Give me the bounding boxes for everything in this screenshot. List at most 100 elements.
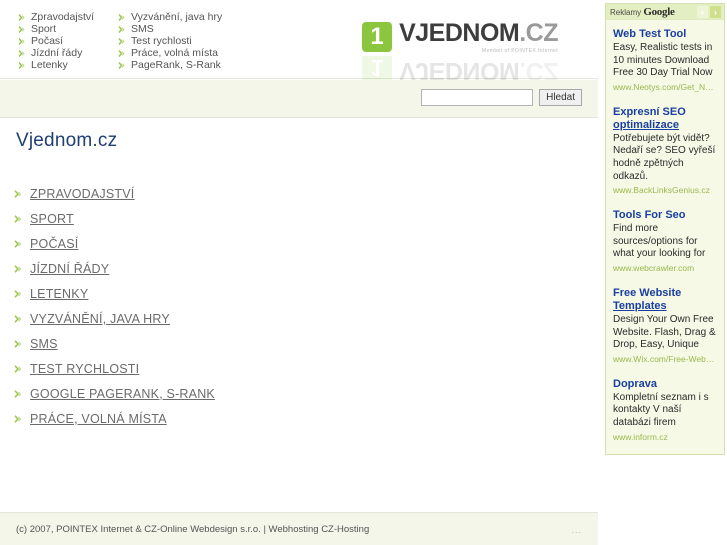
ad-display-url: www.webcrawler.com (613, 262, 695, 273)
chevron-right-icon (14, 339, 24, 349)
ad-title-line-2: optimalizace (613, 118, 680, 131)
ad-item[interactable]: Doprava Kompletní seznam i s kontakty V … (613, 378, 718, 443)
top-navigation-columns: Zpravodajství Sport Počasí Jízdní řády L… (18, 11, 258, 71)
nav-item-test-rychlosti[interactable]: Test rychlosti (118, 35, 258, 47)
search-submit-button[interactable]: Hledat (539, 89, 582, 106)
list-item[interactable]: GOOGLE PAGERANK, S-RANK (14, 381, 215, 406)
nav-link[interactable]: Počasí (31, 35, 63, 47)
ad-display-url: www.BackLinksGenius.cz (613, 185, 710, 196)
category-link[interactable]: POČASÍ (30, 237, 78, 251)
ad-description: Easy, Realistic tests in 10 minutes Down… (613, 42, 713, 79)
top-navigation-column-2: Vyzvánění, java hry SMS Test rychlosti P… (118, 11, 258, 71)
ad-display-url: www.inform.cz (613, 431, 668, 442)
nav-link[interactable]: Sport (31, 23, 56, 35)
nav-item-letenky[interactable]: Letenky (18, 59, 118, 71)
google-wordmark: Google (643, 6, 675, 18)
search-controls: Hledat (421, 89, 582, 106)
nav-link[interactable]: Jízdní řády (31, 47, 82, 59)
chevron-right-icon (118, 61, 127, 70)
list-item[interactable]: POČASÍ (14, 231, 215, 256)
ad-title-line-2: Templates (613, 299, 667, 312)
ad-title-link[interactable]: Web Test Tool (613, 28, 718, 41)
search-input[interactable] (421, 89, 534, 106)
nav-item-sms[interactable]: SMS (118, 23, 258, 35)
list-item[interactable]: SMS (14, 331, 215, 356)
list-item[interactable]: ZPRAVODAJSTVÍ (14, 181, 215, 206)
list-item[interactable]: VYZVÁNĚNÍ, JAVA HRY (14, 306, 215, 331)
main-column: Zpravodajství Sport Počasí Jízdní řády L… (0, 0, 598, 545)
site-logo[interactable]: 1 VJEDNOM.CZ Member of POINTEX Internet (362, 19, 558, 78)
category-link[interactable]: SPORT (30, 212, 74, 226)
logo-badge-one: 1 (362, 22, 393, 52)
ad-title-line-1: Free Website (613, 286, 682, 299)
ads-header: Reklamy Google ‹ › (606, 4, 724, 20)
nav-item-jizdni-rady[interactable]: Jízdní řády (18, 47, 118, 59)
category-link[interactable]: TEST RYCHLOSTI (30, 362, 139, 376)
chevron-right-icon (118, 37, 127, 46)
page-title: Vjednom.cz (16, 130, 118, 151)
nav-item-vyzvaneni-java-hry[interactable]: Vyzvánění, java hry (118, 11, 258, 23)
chevron-right-icon (14, 214, 24, 224)
ad-display-url: www.Wix.com/Free-Website-Te... (613, 353, 718, 364)
ads-header-label: Reklamy Google (610, 6, 675, 18)
category-link[interactable]: LETENKY (30, 287, 88, 301)
category-link[interactable]: ZPRAVODAJSTVÍ (30, 187, 134, 201)
chevron-right-icon (14, 239, 24, 249)
category-link[interactable]: GOOGLE PAGERANK, S-RANK (30, 387, 215, 401)
ad-item[interactable]: Free Website Templates Design Your Own Fr… (613, 287, 718, 365)
list-item[interactable]: TEST RYCHLOSTI (14, 356, 215, 381)
ad-title-link[interactable]: Expresní SEO optimalizace (613, 106, 718, 132)
chevron-right-icon (14, 289, 24, 299)
search-bar: Hledat (0, 80, 598, 118)
chevron-right-icon (14, 389, 24, 399)
nav-link[interactable]: Vyzvánění, java hry (131, 11, 222, 23)
ads-list: Web Test Tool Easy, Realistic tests in 1… (606, 20, 724, 453)
chevron-right-icon (118, 25, 127, 34)
nav-item-prace-volna-mista[interactable]: Práce, volná místa (118, 47, 258, 59)
category-link[interactable]: PRÁCE, VOLNÁ MÍSTA (30, 412, 167, 426)
nav-item-zpravodajstvi[interactable]: Zpravodajství (18, 11, 118, 23)
chevron-right-icon (18, 61, 27, 70)
category-link[interactable]: SMS (30, 337, 58, 351)
ad-description: Find more sources/options for what your … (613, 223, 706, 260)
ad-title-link[interactable]: Free Website Templates (613, 287, 718, 313)
list-item[interactable]: LETENKY (14, 281, 215, 306)
chevron-right-icon (118, 49, 127, 58)
nav-item-sport[interactable]: Sport (18, 23, 118, 35)
footer-dots: ... (571, 525, 582, 535)
nav-link[interactable]: SMS (131, 23, 154, 35)
ad-title-link[interactable]: Doprava (613, 378, 718, 391)
ad-item[interactable]: Web Test Tool Easy, Realistic tests in 1… (613, 28, 718, 93)
list-item[interactable]: SPORT (14, 206, 215, 231)
ad-display-url: www.Neotys.com/Get_NeoLoad (613, 81, 718, 92)
logo-tld: .CZ (519, 19, 558, 47)
chevron-right-icon (18, 37, 27, 46)
nav-item-pagerank-srank[interactable]: PageRank, S-Rank (118, 59, 258, 71)
chevron-right-icon (18, 13, 27, 22)
top-navigation: Zpravodajství Sport Počasí Jízdní řády L… (0, 0, 598, 82)
ad-item[interactable]: Expresní SEO optimalizace Potřebujete být… (613, 106, 718, 196)
list-item[interactable]: JÍZDNÍ ŘÁDY (14, 256, 215, 281)
nav-link[interactable]: Práce, volná místa (131, 47, 218, 59)
top-navigation-column-1: Zpravodajství Sport Počasí Jízdní řády L… (18, 11, 118, 71)
category-link[interactable]: VYZVÁNĚNÍ, JAVA HRY (30, 312, 170, 326)
nav-link[interactable]: Letenky (31, 59, 68, 71)
ad-description: Design Your Own Free Website. Flash, Dra… (613, 313, 716, 351)
nav-link[interactable]: Zpravodajství (31, 11, 94, 23)
category-link-list: ZPRAVODAJSTVÍ SPORT POČASÍ JÍZDNÍ ŘÁDY L… (14, 181, 215, 431)
chevron-right-icon (14, 364, 24, 374)
nav-link[interactable]: Test rychlosti (131, 35, 192, 47)
google-ads-sidebar: Reklamy Google ‹ › Web Test Tool Easy, R… (605, 3, 725, 455)
nav-item-pocasi[interactable]: Počasí (18, 35, 118, 47)
ad-description: Kompletní seznam i s kontakty V naší dat… (613, 391, 709, 428)
chevron-right-icon (18, 49, 27, 58)
chevron-right-icon[interactable]: › (710, 6, 721, 18)
category-link[interactable]: JÍZDNÍ ŘÁDY (30, 262, 109, 276)
nav-link[interactable]: PageRank, S-Rank (131, 59, 221, 71)
list-item[interactable]: PRÁCE, VOLNÁ MÍSTA (14, 406, 215, 431)
ad-item[interactable]: Tools For Seo Find more sources/options … (613, 209, 718, 274)
chevron-left-icon[interactable]: ‹ (697, 6, 708, 18)
page-footer: (c) 2007, POINTEX Internet & CZ-Online W… (0, 512, 598, 545)
ads-header-prefix: Reklamy (610, 8, 644, 17)
ad-title-link[interactable]: Tools For Seo (613, 209, 718, 222)
